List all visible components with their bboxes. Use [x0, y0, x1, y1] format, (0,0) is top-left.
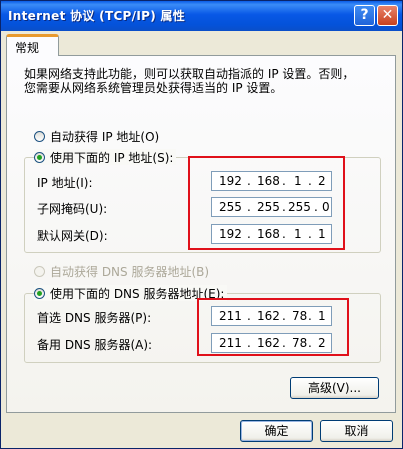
- dns-manual-radio[interactable]: [34, 287, 45, 299]
- help-button[interactable]: ?: [354, 5, 375, 26]
- tab-general-label: 常规: [15, 41, 40, 55]
- description-line-1: 如果网络支持此功能，则可以获取自动指派的 IP 设置。否则，: [24, 67, 355, 81]
- dns-auto-label: 自动获得 DNS 服务器地址(B): [50, 264, 210, 279]
- ip-address-label: IP 地址(I):: [37, 176, 93, 190]
- ip-manual-label: 使用下面的 IP 地址(S):: [50, 150, 174, 165]
- description-line-2: 您需要从网络系统管理员处获得适当的 IP 设置。: [24, 81, 283, 95]
- ip-highlight-box: [188, 156, 345, 250]
- ip-auto-label: 自动获得 IP 地址(O): [50, 129, 160, 144]
- cancel-button[interactable]: 取消: [320, 420, 393, 442]
- preferred-dns-label: 首选 DNS 服务器(P):: [37, 311, 152, 325]
- description-text: 如果网络支持此功能，则可以获取自动指派的 IP 设置。否则， 您需要从网络系统管…: [24, 67, 374, 95]
- window-title: Internet 协议 (TCP/IP) 属性: [8, 9, 186, 23]
- ok-button[interactable]: 确定: [240, 420, 313, 442]
- dns-auto-radio[interactable]: [34, 265, 45, 277]
- dns-highlight-box: [197, 298, 349, 356]
- dns-auto-radio-row[interactable]: 自动获得 DNS 服务器地址(B): [34, 263, 209, 279]
- title-bar[interactable]: Internet 协议 (TCP/IP) 属性 ? ✕: [1, 1, 402, 31]
- gateway-label: 默认网关(D):: [37, 229, 108, 243]
- advanced-button[interactable]: 高级(V)...: [290, 377, 379, 399]
- dialog-window: Internet 协议 (TCP/IP) 属性 ? ✕ 常规 如果网络支持此功能…: [0, 0, 403, 449]
- ip-manual-radio[interactable]: [34, 151, 45, 163]
- tab-general[interactable]: 常规: [6, 34, 59, 56]
- alternate-dns-label: 备用 DNS 服务器(A):: [37, 338, 153, 352]
- ip-auto-radio[interactable]: [34, 130, 45, 142]
- subnet-mask-label: 子网掩码(U):: [37, 202, 108, 216]
- close-button[interactable]: ✕: [377, 5, 398, 26]
- ip-auto-radio-row[interactable]: 自动获得 IP 地址(O): [34, 128, 159, 144]
- ip-manual-radio-row[interactable]: 使用下面的 IP 地址(S):: [34, 149, 177, 165]
